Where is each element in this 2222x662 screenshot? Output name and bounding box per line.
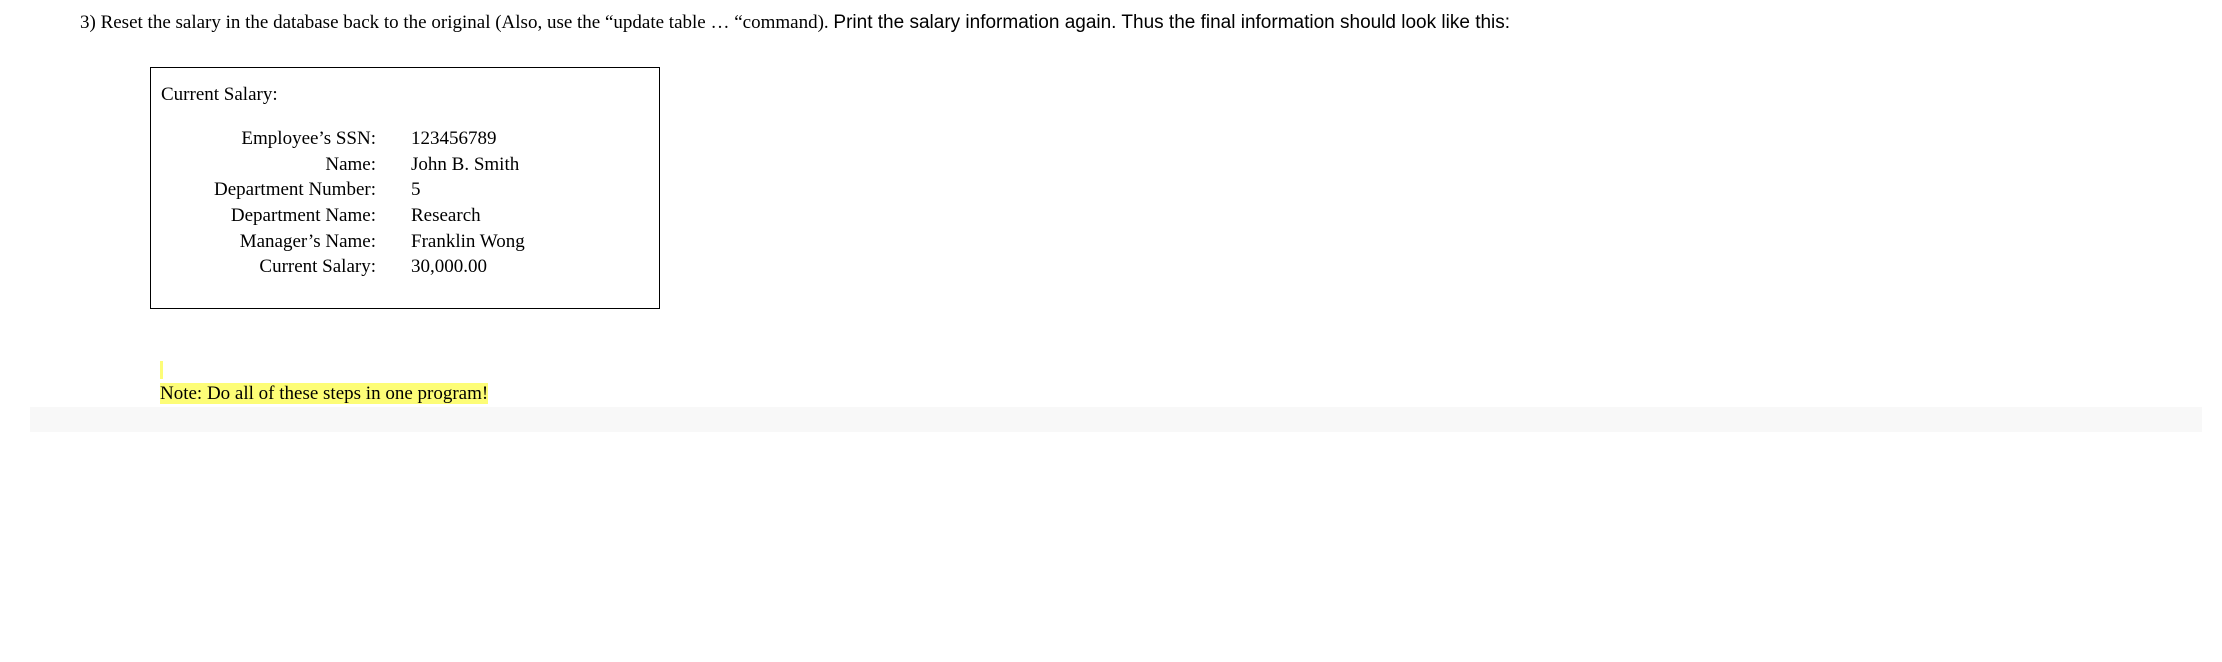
output-row: Employee’s SSN:123456789 bbox=[161, 126, 649, 152]
output-row: Manager’s Name:Franklin Wong bbox=[161, 229, 649, 255]
output-rows: Employee’s SSN:123456789Name:John B. Smi… bbox=[161, 126, 649, 280]
footer-bar bbox=[30, 407, 2202, 432]
instruction-paragraph: 3) Reset the salary in the database back… bbox=[20, 10, 2202, 37]
row-value: John B. Smith bbox=[411, 152, 649, 178]
output-row: Name:John B. Smith bbox=[161, 152, 649, 178]
output-row: Current Salary:30,000.00 bbox=[161, 254, 649, 280]
row-value: 30,000.00 bbox=[411, 254, 649, 280]
row-value: Franklin Wong bbox=[411, 229, 649, 255]
row-label: Manager’s Name: bbox=[161, 229, 411, 255]
row-label: Department Name: bbox=[161, 203, 411, 229]
row-value: Research bbox=[411, 203, 649, 229]
instruction-text-serif: 3) Reset the salary in the database back… bbox=[80, 12, 833, 33]
row-label: Employee’s SSN: bbox=[161, 126, 411, 152]
box-title: Current Salary: bbox=[161, 82, 649, 109]
row-label: Department Number: bbox=[161, 177, 411, 203]
row-label: Current Salary: bbox=[161, 254, 411, 280]
row-value: 123456789 bbox=[411, 126, 649, 152]
note-text: Note: Do all of these steps in one progr… bbox=[160, 383, 488, 404]
output-row: Department Number:5 bbox=[161, 177, 649, 203]
highlight-cursor bbox=[160, 361, 163, 379]
output-box: Current Salary: Employee’s SSN:123456789… bbox=[150, 67, 660, 309]
row-label: Name: bbox=[161, 152, 411, 178]
output-row: Department Name:Research bbox=[161, 203, 649, 229]
row-value: 5 bbox=[411, 177, 649, 203]
note-block: Note: Do all of these steps in one progr… bbox=[160, 354, 2202, 407]
instruction-text-sans: Print the salary information again. Thus… bbox=[833, 12, 1510, 33]
